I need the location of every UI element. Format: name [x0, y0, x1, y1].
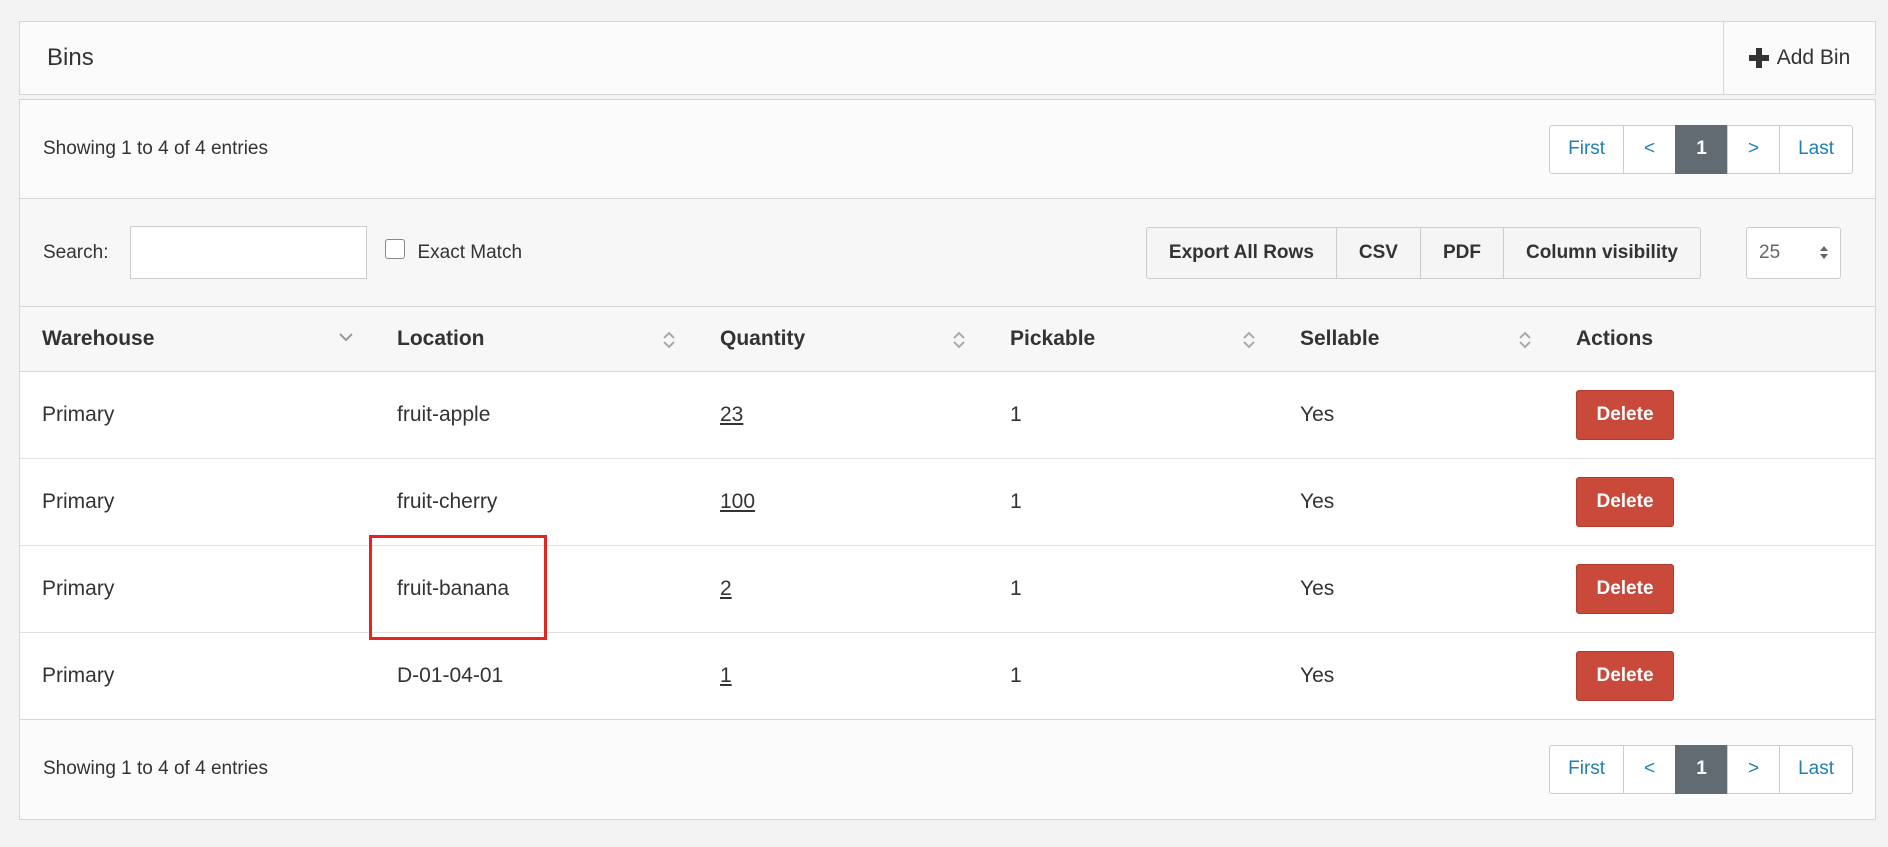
- bins-panel: Bins Add Bin Showing 1 to 4 of 4 entries…: [19, 21, 1876, 820]
- cell-warehouse: Primary: [20, 545, 375, 633]
- col-actions: Actions: [1554, 307, 1875, 372]
- table-row: Primary fruit-banana 2 1 Yes Delete: [20, 545, 1875, 633]
- page-next-button[interactable]: >: [1727, 124, 1781, 174]
- bottom-info-bar: Showing 1 to 4 of 4 entries First < 1 > …: [20, 719, 1875, 819]
- table-container: Showing 1 to 4 of 4 entries First < 1 > …: [19, 99, 1876, 820]
- pagination-top: First < 1 > Last: [1549, 124, 1853, 174]
- page-last-button[interactable]: Last: [1779, 744, 1853, 794]
- cell-pickable: 1: [988, 371, 1278, 459]
- quantity-link[interactable]: 100: [720, 490, 755, 513]
- table-row: Primary fruit-cherry 100 1 Yes Delete: [20, 458, 1875, 546]
- col-location[interactable]: Location: [375, 307, 698, 372]
- col-actions-label: Actions: [1576, 326, 1654, 350]
- cell-warehouse: Primary: [20, 632, 375, 720]
- table-row: Primary D-01-04-01 1 1 Yes Delete: [20, 632, 1875, 720]
- search-bar: Search: Exact Match Export All Rows CSV …: [20, 199, 1875, 307]
- page-prev-button[interactable]: <: [1623, 744, 1677, 794]
- add-bin-label: Add Bin: [1776, 46, 1851, 69]
- col-quantity-label: Quantity: [720, 326, 806, 350]
- highlight-box: [369, 535, 547, 640]
- pdf-button[interactable]: PDF: [1419, 226, 1504, 279]
- entries-info-top: Showing 1 to 4 of 4 entries: [43, 138, 268, 159]
- chevron-down-icon: [339, 333, 353, 342]
- plus-icon: [1748, 48, 1769, 68]
- csv-button[interactable]: CSV: [1335, 226, 1421, 279]
- col-quantity[interactable]: Quantity: [698, 307, 988, 372]
- col-sellable-label: Sellable: [1300, 326, 1380, 350]
- cell-sellable: Yes: [1278, 632, 1554, 720]
- delete-button[interactable]: Delete: [1576, 389, 1674, 440]
- cell-sellable: Yes: [1278, 458, 1554, 546]
- quantity-link[interactable]: 23: [720, 403, 743, 426]
- add-bin-button[interactable]: Add Bin: [1723, 22, 1875, 94]
- export-all-rows-button[interactable]: Export All Rows: [1145, 226, 1337, 279]
- cell-pickable: 1: [988, 545, 1278, 633]
- col-location-label: Location: [397, 326, 485, 350]
- quantity-link[interactable]: 1: [720, 664, 732, 687]
- cell-location: D-01-04-01: [375, 632, 698, 720]
- cell-location: fruit-cherry: [375, 458, 698, 546]
- cell-location: fruit-apple: [375, 371, 698, 459]
- export-button-group: Export All Rows CSV PDF Column visibilit…: [1145, 226, 1701, 279]
- cell-sellable: Yes: [1278, 371, 1554, 459]
- entries-info-bottom: Showing 1 to 4 of 4 entries: [43, 758, 268, 779]
- col-pickable-label: Pickable: [1010, 326, 1096, 350]
- sort-icon: [1518, 330, 1532, 350]
- search-label: Search:: [43, 241, 109, 263]
- col-warehouse[interactable]: Warehouse: [20, 307, 375, 372]
- page-current-button[interactable]: 1: [1675, 124, 1729, 174]
- page-first-button[interactable]: First: [1549, 744, 1625, 794]
- top-info-bar: Showing 1 to 4 of 4 entries First < 1 > …: [20, 100, 1875, 199]
- sort-icon: [662, 330, 676, 350]
- cell-warehouse: Primary: [20, 458, 375, 546]
- table-header-row: Warehouse Location Quantity Pickable Sel…: [20, 307, 1875, 372]
- page-first-button[interactable]: First: [1549, 124, 1625, 174]
- cell-warehouse: Primary: [20, 371, 375, 459]
- sort-icon: [952, 330, 966, 350]
- exact-match-checkbox[interactable]: [385, 238, 406, 259]
- column-visibility-button[interactable]: Column visibility: [1502, 226, 1701, 279]
- page-prev-button[interactable]: <: [1623, 124, 1677, 174]
- delete-button[interactable]: Delete: [1576, 650, 1674, 701]
- cell-pickable: 1: [988, 458, 1278, 546]
- page-last-button[interactable]: Last: [1779, 124, 1853, 174]
- page-size-value: 25: [1759, 241, 1781, 263]
- col-warehouse-label: Warehouse: [42, 326, 155, 350]
- delete-button[interactable]: Delete: [1576, 563, 1674, 614]
- pagination-bottom: First < 1 > Last: [1549, 744, 1853, 794]
- search-input[interactable]: [130, 226, 368, 279]
- page-next-button[interactable]: >: [1727, 744, 1781, 794]
- updown-icon: [1820, 246, 1828, 259]
- cell-sellable: Yes: [1278, 545, 1554, 633]
- page-current-button[interactable]: 1: [1675, 744, 1729, 794]
- quantity-link[interactable]: 2: [720, 577, 732, 600]
- col-pickable[interactable]: Pickable: [988, 307, 1278, 372]
- cell-pickable: 1: [988, 632, 1278, 720]
- table-row: Primary fruit-apple 23 1 Yes Delete: [20, 371, 1875, 459]
- bins-table: Warehouse Location Quantity Pickable Sel…: [20, 307, 1875, 720]
- page-size-select[interactable]: 25: [1746, 226, 1841, 279]
- exact-match-label: Exact Match: [417, 241, 523, 263]
- delete-button[interactable]: Delete: [1576, 476, 1674, 527]
- col-sellable[interactable]: Sellable: [1278, 307, 1554, 372]
- panel-title: Bins: [47, 44, 94, 71]
- exact-match-toggle[interactable]: Exact Match: [385, 238, 523, 264]
- sort-icon: [1242, 330, 1256, 350]
- panel-header: Bins Add Bin: [19, 21, 1876, 95]
